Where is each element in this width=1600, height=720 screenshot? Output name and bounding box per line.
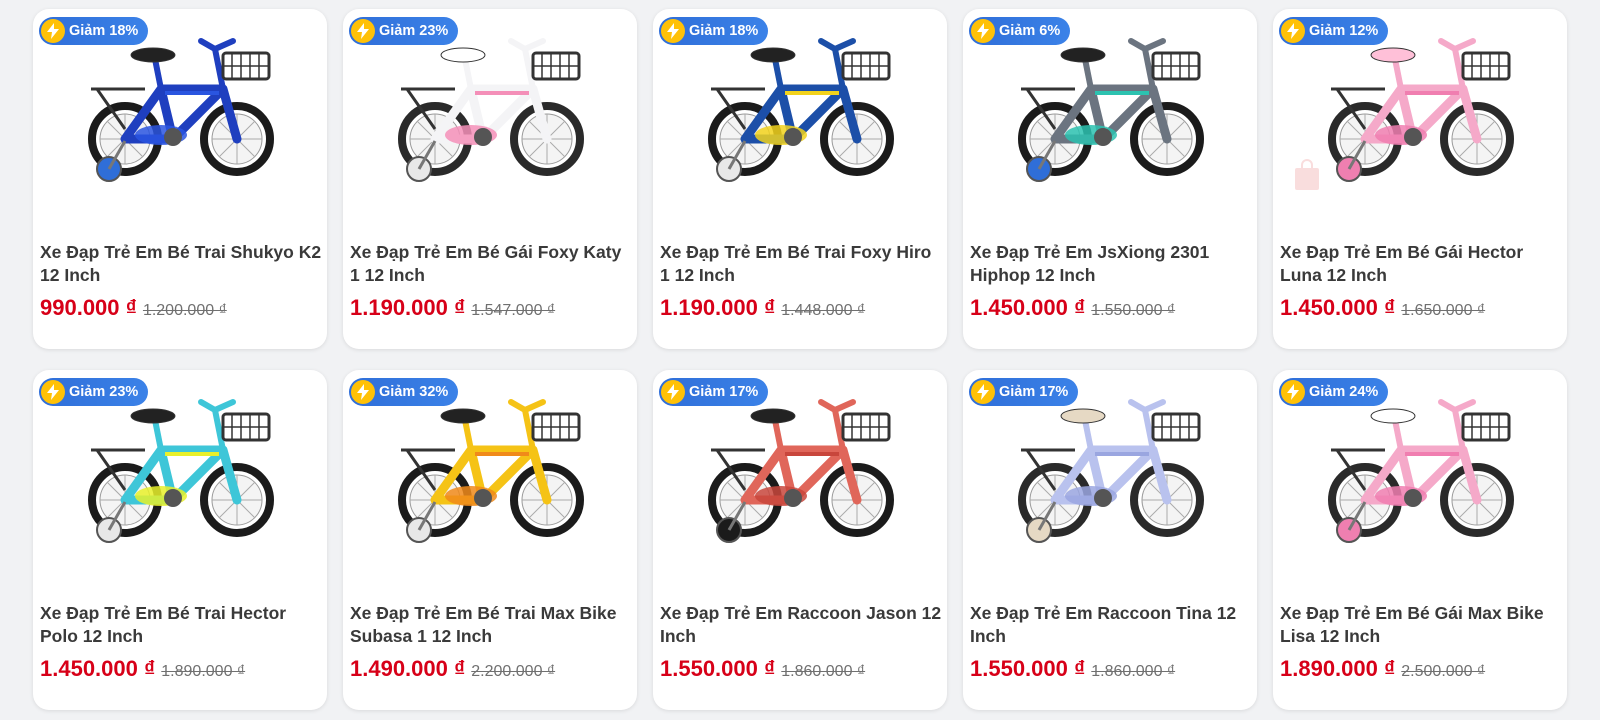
product-name[interactable]: Xe Đạp Trẻ Em Bé Trai Shukyo K2 12 Inch bbox=[40, 241, 322, 287]
discount-badge: Giảm 23% bbox=[349, 17, 459, 45]
product-name[interactable]: Xe Đạp Trẻ Em Raccoon Tina 12 Inch bbox=[970, 602, 1252, 648]
bicycle-image bbox=[1018, 38, 1204, 182]
original-price: 1.200.000 ₫ bbox=[142, 302, 227, 319]
bicycle-image bbox=[398, 38, 584, 182]
discount-badge: Giảm 24% bbox=[1279, 378, 1389, 406]
sale-price: 1.190.000 ₫ bbox=[350, 295, 466, 320]
product-name[interactable]: Xe Đạp Trẻ Em Raccoon Jason 12 Inch bbox=[660, 602, 942, 648]
original-price: 1.650.000 ₫ bbox=[1401, 302, 1486, 319]
price-row: 1.190.000 ₫ 1.547.000 ₫ bbox=[350, 295, 555, 321]
price-row: 1.490.000 ₫ 2.200.000 ₫ bbox=[350, 656, 555, 682]
shopping-bag-icon bbox=[1295, 159, 1319, 190]
discount-badge: Giảm 17% bbox=[969, 378, 1079, 406]
product-card[interactable]: Giảm 32% Xe Đạp Trẻ Em Bé Trai Max Bike … bbox=[343, 370, 637, 710]
product-card[interactable]: Giảm 17% Xe Đạp Trẻ Em Raccoon Tina 12 I… bbox=[963, 370, 1257, 710]
product-card[interactable]: Giảm 17% Xe Đạp Trẻ Em Raccoon Jason 12 … bbox=[653, 370, 947, 710]
lightning-bolt-icon bbox=[971, 19, 995, 43]
price-row: 1.450.000 ₫ 1.890.000 ₫ bbox=[40, 656, 245, 682]
lightning-bolt-icon bbox=[41, 19, 65, 43]
discount-label: Giảm 32% bbox=[379, 384, 449, 400]
product-card[interactable]: Giảm 6% Xe Đạp Trẻ Em JsXiong 2301 Hipho… bbox=[963, 9, 1257, 349]
sale-price: 1.550.000 ₫ bbox=[660, 656, 776, 681]
price-row: 1.550.000 ₫ 1.860.000 ₫ bbox=[970, 656, 1175, 682]
sale-price: 1.190.000 ₫ bbox=[660, 295, 776, 320]
original-price: 1.890.000 ₫ bbox=[161, 663, 246, 680]
discount-label: Giảm 12% bbox=[1309, 23, 1379, 39]
sale-price: 1.450.000 ₫ bbox=[970, 295, 1086, 320]
product-card[interactable]: Giảm 18% Xe Đạp Trẻ Em Bé Trai Shukyo K2… bbox=[33, 9, 327, 349]
price-row: 990.000 ₫ 1.200.000 ₫ bbox=[40, 295, 227, 321]
discount-label: Giảm 6% bbox=[999, 23, 1061, 39]
discount-badge: Giảm 12% bbox=[1279, 17, 1389, 45]
discount-badge: Giảm 17% bbox=[659, 378, 769, 406]
lightning-bolt-icon bbox=[971, 380, 995, 404]
discount-badge: Giảm 18% bbox=[659, 17, 769, 45]
product-name[interactable]: Xe Đạp Trẻ Em Bé Gái Hector Luna 12 Inch bbox=[1280, 241, 1562, 287]
price-row: 1.450.000 ₫ 1.550.000 ₫ bbox=[970, 295, 1175, 321]
bicycle-image bbox=[88, 38, 274, 182]
original-price: 1.448.000 ₫ bbox=[781, 302, 866, 319]
discount-badge: Giảm 6% bbox=[969, 17, 1071, 45]
product-grid: Giảm 18% Xe Đạp Trẻ Em Bé Trai Shukyo K2… bbox=[0, 0, 1600, 720]
price-row: 1.890.000 ₫ 2.500.000 ₫ bbox=[1280, 656, 1485, 682]
original-price: 2.500.000 ₫ bbox=[1401, 663, 1486, 680]
discount-label: Giảm 23% bbox=[69, 384, 139, 400]
bicycle-image bbox=[708, 399, 894, 543]
original-price: 1.860.000 ₫ bbox=[1091, 663, 1176, 680]
lightning-bolt-icon bbox=[351, 19, 375, 43]
sale-price: 1.450.000 ₫ bbox=[1280, 295, 1396, 320]
discount-badge: Giảm 32% bbox=[349, 378, 459, 406]
product-name[interactable]: Xe Đạp Trẻ Em JsXiong 2301 Hiphop 12 Inc… bbox=[970, 241, 1252, 287]
discount-badge: Giảm 18% bbox=[39, 17, 149, 45]
discount-label: Giảm 17% bbox=[999, 384, 1069, 400]
discount-label: Giảm 17% bbox=[689, 384, 759, 400]
original-price: 2.200.000 ₫ bbox=[471, 663, 556, 680]
lightning-bolt-icon bbox=[1281, 19, 1305, 43]
product-name[interactable]: Xe Đạp Trẻ Em Bé Trai Foxy Hiro 1 12 Inc… bbox=[660, 241, 942, 287]
price-row: 1.550.000 ₫ 1.860.000 ₫ bbox=[660, 656, 865, 682]
product-name[interactable]: Xe Đạp Trẻ Em Bé Trai Hector Polo 12 Inc… bbox=[40, 602, 322, 648]
bicycle-image bbox=[88, 399, 274, 543]
bicycle-image bbox=[1328, 38, 1514, 182]
sale-price: 1.450.000 ₫ bbox=[40, 656, 156, 681]
sale-price: 1.550.000 ₫ bbox=[970, 656, 1086, 681]
price-row: 1.190.000 ₫ 1.448.000 ₫ bbox=[660, 295, 865, 321]
product-card[interactable]: Giảm 18% Xe Đạp Trẻ Em Bé Trai Foxy Hiro… bbox=[653, 9, 947, 349]
discount-label: Giảm 18% bbox=[689, 23, 759, 39]
product-name[interactable]: Xe Đạp Trẻ Em Bé Gái Max Bike Lisa 12 In… bbox=[1280, 602, 1562, 648]
discount-badge: Giảm 23% bbox=[39, 378, 149, 406]
lightning-bolt-icon bbox=[351, 380, 375, 404]
lightning-bolt-icon bbox=[1281, 380, 1305, 404]
product-card[interactable]: Giảm 23% Xe Đạp Trẻ Em Bé Gái Foxy Katy … bbox=[343, 9, 637, 349]
discount-label: Giảm 24% bbox=[1309, 384, 1379, 400]
bicycle-image bbox=[1018, 399, 1204, 543]
sale-price: 990.000 ₫ bbox=[40, 295, 137, 320]
original-price: 1.860.000 ₫ bbox=[781, 663, 866, 680]
bicycle-image bbox=[398, 399, 584, 543]
original-price: 1.550.000 ₫ bbox=[1091, 302, 1176, 319]
lightning-bolt-icon bbox=[661, 380, 685, 404]
product-name[interactable]: Xe Đạp Trẻ Em Bé Gái Foxy Katy 1 12 Inch bbox=[350, 241, 632, 287]
lightning-bolt-icon bbox=[41, 380, 65, 404]
sale-price: 1.490.000 ₫ bbox=[350, 656, 466, 681]
product-card[interactable]: Giảm 12% Xe Đạp Trẻ Em Bé Gái Hector Lun… bbox=[1273, 9, 1567, 349]
bicycle-image bbox=[1328, 399, 1514, 543]
product-card[interactable]: Giảm 23% Xe Đạp Trẻ Em Bé Trai Hector Po… bbox=[33, 370, 327, 710]
discount-label: Giảm 23% bbox=[379, 23, 449, 39]
sale-price: 1.890.000 ₫ bbox=[1280, 656, 1396, 681]
product-card[interactable]: Giảm 24% Xe Đạp Trẻ Em Bé Gái Max Bike L… bbox=[1273, 370, 1567, 710]
lightning-bolt-icon bbox=[661, 19, 685, 43]
bicycle-image bbox=[708, 38, 894, 182]
product-name[interactable]: Xe Đạp Trẻ Em Bé Trai Max Bike Subasa 1 … bbox=[350, 602, 632, 648]
original-price: 1.547.000 ₫ bbox=[471, 302, 556, 319]
discount-label: Giảm 18% bbox=[69, 23, 139, 39]
price-row: 1.450.000 ₫ 1.650.000 ₫ bbox=[1280, 295, 1485, 321]
